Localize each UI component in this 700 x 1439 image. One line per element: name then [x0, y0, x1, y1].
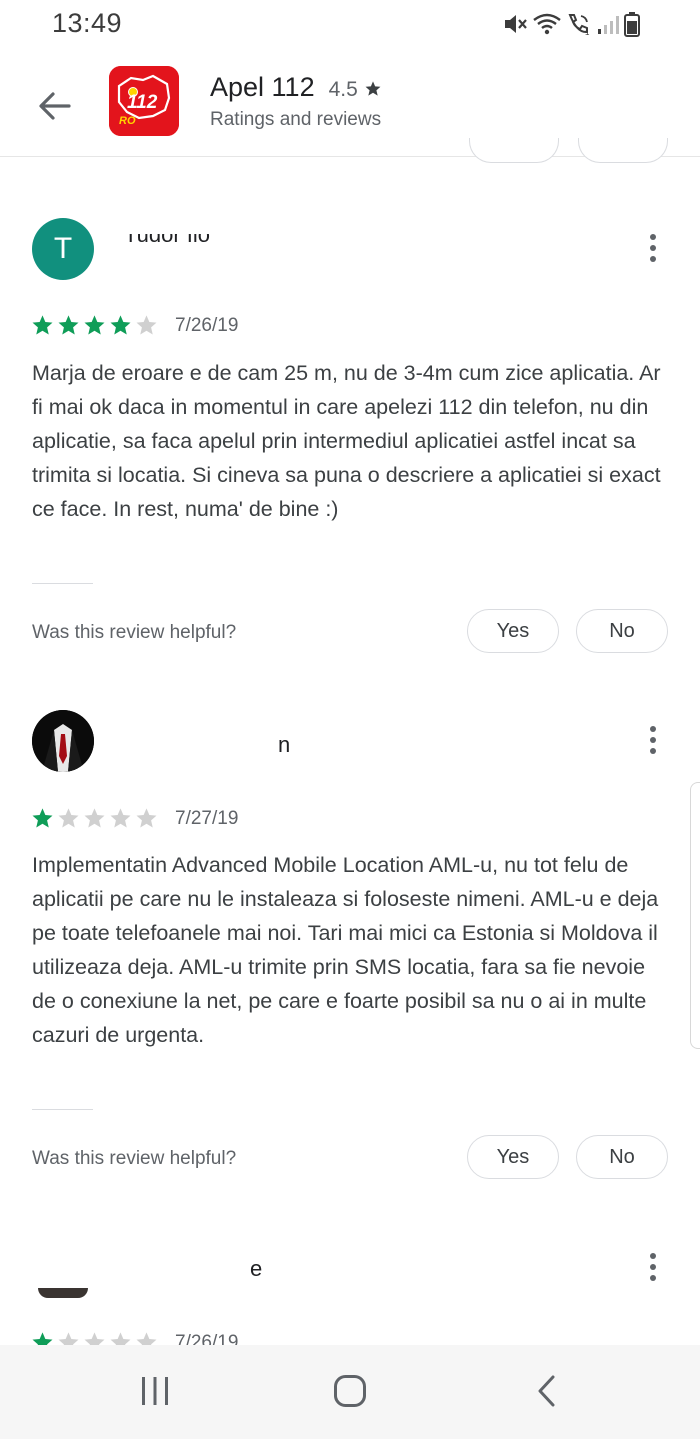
review-text: Implementatin Advanced Mobile Location A… [32, 853, 659, 1047]
star-empty-icon [110, 808, 131, 828]
helpful-no-button[interactable]: No [576, 609, 668, 653]
helpful-yes-button[interactable]: Yes [467, 609, 559, 653]
app-rating: 4.5 [329, 78, 382, 102]
header-subtitle: Ratings and reviews [210, 109, 382, 130]
review-more-button[interactable] [638, 228, 668, 268]
star-empty-icon [84, 1332, 105, 1345]
review-date: 7/26/19 [175, 1332, 239, 1345]
suit-avatar-icon [32, 710, 94, 772]
review-more-button[interactable] [638, 720, 668, 760]
previous-no-button[interactable] [578, 138, 668, 163]
signal-icon [598, 16, 619, 34]
helpful-prompt: Was this review helpful? [32, 622, 237, 643]
review-meta-clipped: 7/26/19 [0, 1325, 700, 1345]
star-filled-icon [32, 315, 53, 335]
reviewer-name-text: Tudor Ilo [124, 234, 211, 247]
divider [32, 583, 93, 584]
star-empty-icon [110, 1332, 131, 1345]
star-empty-icon [136, 1332, 157, 1345]
helpful-no-button[interactable]: No [576, 1135, 668, 1179]
status-icons: 1 [502, 10, 640, 38]
avatar [32, 710, 94, 772]
divider [32, 1109, 93, 1110]
reviewer-name: e [250, 1256, 263, 1281]
call-icon: 1 [568, 14, 590, 36]
reviewer-name: n [278, 732, 291, 757]
recent-apps-icon [142, 1377, 168, 1405]
recent-apps-button[interactable] [115, 1351, 195, 1431]
review-date: 7/26/19 [175, 315, 239, 336]
star-filled-icon [84, 315, 105, 335]
avatar-letter: T [53, 232, 73, 265]
review-date: 7/27/19 [175, 808, 239, 829]
scrollbar[interactable] [690, 782, 700, 1049]
svg-text:1: 1 [585, 28, 590, 36]
arrow-left-icon [39, 92, 71, 120]
review-stars [31, 1331, 158, 1345]
wifi-icon [533, 13, 561, 35]
back-chevron-icon [538, 1375, 555, 1407]
helpful-yes-button[interactable]: Yes [467, 1135, 559, 1179]
review-stars [31, 807, 158, 829]
battery-icon [624, 12, 640, 37]
app-icon[interactable]: 112 RO [109, 66, 179, 136]
star-empty-icon [58, 1332, 79, 1345]
back-button[interactable] [30, 82, 78, 130]
nav-back-button[interactable] [506, 1351, 586, 1431]
star-filled-icon [58, 315, 79, 335]
star-empty-icon [58, 808, 79, 828]
reviewer-name: Tudor Ilo [124, 234, 244, 260]
review-more-button[interactable] [638, 1247, 668, 1287]
avatar: T [32, 218, 94, 280]
status-time: 13:49 [52, 8, 123, 38]
rating-value: 4.5 [328, 78, 358, 101]
app-icon-number: 112 [127, 92, 158, 113]
star-empty-icon [136, 808, 157, 828]
home-icon [334, 1375, 366, 1407]
helpful-prompt: Was this review helpful? [32, 1148, 237, 1169]
app-title-row: Apel 112 4.5 [210, 72, 382, 103]
star-icon [365, 81, 381, 96]
avatar [32, 1236, 94, 1298]
star-filled-icon [32, 808, 53, 828]
navigation-bar [0, 1345, 700, 1439]
home-button[interactable] [310, 1351, 390, 1431]
star-empty-icon [136, 315, 157, 335]
review-stars [31, 314, 158, 336]
app-icon-country: RO [119, 115, 136, 127]
previous-yes-button[interactable] [469, 138, 559, 163]
mute-icon [505, 15, 527, 33]
app-name: Apel 112 [210, 72, 315, 102]
review-text: Marja de eroare e de cam 25 m, nu de 3-4… [32, 361, 661, 521]
star-filled-icon [110, 315, 131, 335]
star-empty-icon [84, 808, 105, 828]
star-filled-icon [32, 1332, 53, 1345]
